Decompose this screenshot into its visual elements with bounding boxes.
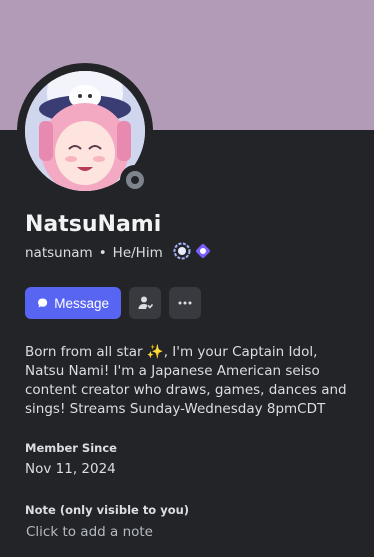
- identity-row: natsunam • He/Him: [25, 242, 211, 264]
- quest-badge-icon[interactable]: [195, 243, 211, 263]
- member-since-date: Nov 11, 2024: [25, 461, 116, 477]
- display-name: NatsuNami: [25, 212, 162, 237]
- more-icon: [178, 301, 192, 305]
- more-options-button[interactable]: [169, 287, 201, 319]
- add-friend-icon: [138, 296, 153, 309]
- profile-actions: Message: [25, 287, 201, 319]
- note-input[interactable]: Click to add a note: [26, 524, 153, 540]
- message-button[interactable]: Message: [25, 287, 121, 319]
- note-label: Note (only visible to you): [25, 503, 190, 517]
- hypesquad-badge-icon[interactable]: [173, 242, 191, 264]
- pronouns: He/Him: [112, 245, 163, 261]
- message-button-label: Message: [54, 295, 109, 311]
- username[interactable]: natsunam: [25, 245, 93, 261]
- chat-bubble-icon: [38, 298, 48, 308]
- avatar-frame: [17, 63, 153, 199]
- bio-text-start: Born from all star: [25, 344, 147, 360]
- sparkles-emoji: ✨: [146, 344, 164, 360]
- add-friend-button[interactable]: [129, 287, 161, 319]
- separator-dot: •: [98, 245, 107, 261]
- member-since-label: Member Since: [25, 441, 117, 455]
- profile-bio: Born from all star ✨, I'm your Captain I…: [25, 343, 355, 419]
- offline-status-icon: [126, 171, 144, 189]
- status-indicator: [120, 165, 150, 195]
